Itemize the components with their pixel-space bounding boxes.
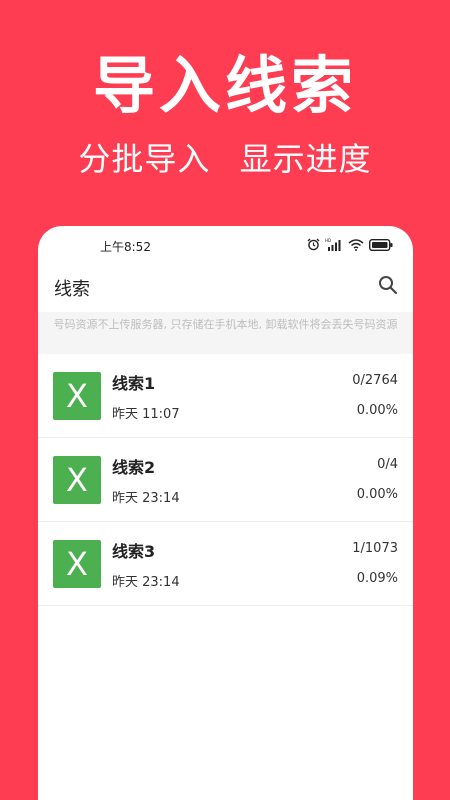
lead-progress-percent: 0.00% <box>356 403 398 418</box>
list-item[interactable]: X 线索2 昨天 23:14 0/4 0.00% <box>38 438 413 522</box>
list-item[interactable]: X 线索1 昨天 11:07 0/2764 0.00% <box>38 354 413 438</box>
lead-list: X 线索1 昨天 11:07 0/2764 0.00% X 线索2 昨天 23:… <box>38 354 413 606</box>
lead-count: 0/2764 <box>352 373 398 388</box>
excel-file-icon: X <box>53 372 101 420</box>
status-icons: HD <box>307 238 393 252</box>
lead-name: 线索2 <box>112 458 156 477</box>
hd-signal-icon: HD <box>325 236 343 255</box>
wifi-icon <box>348 236 364 255</box>
promo-title: 导入线索 <box>92 49 357 122</box>
status-time: 上午8:52 <box>100 240 151 254</box>
search-icon <box>379 276 398 295</box>
app-bar: 线索 <box>38 262 413 312</box>
lead-name: 线索3 <box>112 542 156 561</box>
excel-file-icon: X <box>53 456 101 504</box>
lead-date: 昨天 23:14 <box>112 491 180 506</box>
list-item[interactable]: X 线索3 昨天 23:14 1/1073 0.09% <box>38 522 413 606</box>
svg-text:HD: HD <box>325 238 331 243</box>
lead-date: 昨天 11:07 <box>112 407 180 422</box>
promo-subtitle: 分批导入 显示进度 <box>78 140 372 178</box>
alarm-icon <box>307 236 320 255</box>
lead-count: 0/4 <box>377 457 398 472</box>
status-bar: 上午8:52 HD <box>38 226 413 262</box>
excel-file-icon: X <box>53 540 101 588</box>
battery-icon <box>368 236 393 255</box>
lead-name: 线索1 <box>112 374 156 393</box>
lead-progress-percent: 0.09% <box>356 571 398 586</box>
phone-screen: 上午8:52 HD 线索 号码资源不上传服务器, 只存储在手机本地, 卸载软件将… <box>38 226 413 800</box>
lead-progress-percent: 0.00% <box>356 487 398 502</box>
page-title: 线索 <box>54 279 90 300</box>
lead-date: 昨天 23:14 <box>112 575 180 590</box>
storage-notice: 号码资源不上传服务器, 只存储在手机本地, 卸载软件将会丢失号码资源 <box>38 312 413 354</box>
lead-count: 1/1073 <box>352 541 398 556</box>
search-button[interactable] <box>375 272 401 298</box>
